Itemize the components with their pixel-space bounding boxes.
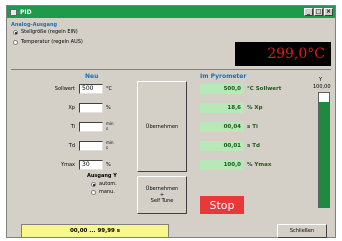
td-unit[interactable]: min s <box>106 140 114 150</box>
pyrometer-heading: Im Pyrometer <box>200 73 247 80</box>
y-meter <box>318 92 330 208</box>
xp-label: Xp <box>68 105 75 111</box>
radio-label: autom. <box>99 181 117 187</box>
pyro-xp-value: 18,6 <box>200 103 244 113</box>
pyro-ymax-value: 100,0 <box>200 160 244 170</box>
sollwert-unit: °C <box>106 86 112 92</box>
radio-label: Temperatur (regeln AUS) <box>21 39 83 45</box>
pyro-ti-value: 00,04 <box>200 122 244 132</box>
uebernehmen-button[interactable]: Übernehmen <box>137 81 187 172</box>
radio-temperatur[interactable]: Temperatur (regeln AUS) <box>13 39 83 45</box>
uebernehmen-selftune-button[interactable]: Übernehmen + Self Tune <box>137 176 187 214</box>
neu-heading: Neu <box>85 73 99 80</box>
unit-s: s <box>106 145 109 150</box>
temperature-display: 299,0°C <box>235 42 331 66</box>
pyro-td-value: 00,01 <box>200 141 244 151</box>
y-meter-fill <box>319 102 329 207</box>
radio-dot <box>13 39 18 45</box>
pyro-sollwert-label: °C Sollwert <box>247 86 282 92</box>
td-input[interactable] <box>79 141 103 151</box>
button-line: Self Tune <box>150 198 174 204</box>
pyro-td-label: s Td <box>247 143 260 149</box>
ymax-input[interactable]: 30 <box>79 160 103 170</box>
window-title: PID <box>20 8 32 16</box>
ti-label: Ti <box>70 124 75 130</box>
radio-dot <box>91 189 96 195</box>
td-label: Td <box>68 143 75 149</box>
maximize-button[interactable]: □ <box>314 8 323 16</box>
radio-autom[interactable]: autom. <box>91 181 117 187</box>
close-button[interactable]: × <box>324 8 333 16</box>
radio-stellgroesse[interactable]: Stellgröße (regeln EIN) <box>13 29 78 35</box>
pid-window: PID _ □ × Analog-Ausgang Stellgröße (reg… <box>6 5 336 238</box>
y-meter-max: 100,00 <box>313 84 331 90</box>
analog-output-title: Analog-Ausgang <box>11 22 58 28</box>
ymax-unit: % <box>106 162 111 168</box>
sollwert-input[interactable]: 500 <box>79 84 103 94</box>
ymax-label: Ymax <box>61 162 75 168</box>
status-field: 00,00 ... 99,99 s <box>21 224 169 238</box>
radio-manu[interactable]: manu. <box>91 189 115 195</box>
pyro-ti-label: s Ti <box>247 124 258 130</box>
stop-button[interactable]: Stop <box>200 196 244 214</box>
ti-unit[interactable]: min s <box>106 121 114 131</box>
radio-label: manu. <box>99 189 115 195</box>
pyro-xp-label: % Xp <box>247 105 263 111</box>
xp-input[interactable] <box>79 103 103 113</box>
ti-input[interactable] <box>79 122 103 132</box>
ausgang-title: Ausgang Y <box>87 173 117 179</box>
pyro-ymax-label: % Ymax <box>247 162 272 168</box>
radio-dot <box>13 29 18 35</box>
app-icon <box>10 8 17 16</box>
divider <box>11 69 331 70</box>
unit-s: s <box>106 126 109 131</box>
minimize-button[interactable]: _ <box>304 8 313 16</box>
radio-label: Stellgröße (regeln EIN) <box>21 29 78 35</box>
schliessen-button[interactable]: Schließen <box>277 224 327 238</box>
pyro-sollwert-value: 500,0 <box>200 84 244 94</box>
title-bar: PID _ □ × <box>7 6 335 18</box>
xp-unit: % <box>106 105 111 111</box>
radio-dot <box>91 181 96 187</box>
sollwert-label: Sollwert <box>54 86 75 92</box>
y-meter-label: Y <box>319 77 323 83</box>
